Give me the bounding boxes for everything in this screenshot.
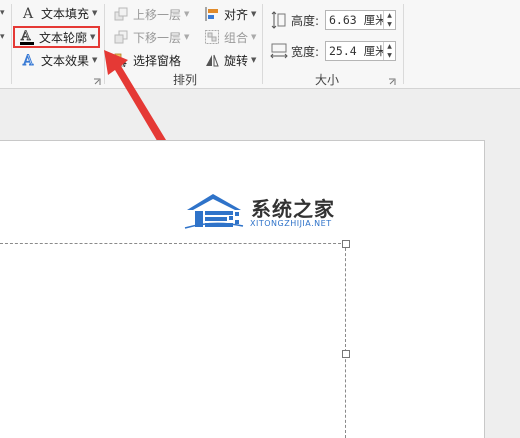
resize-handle-right[interactable] xyxy=(342,350,350,358)
watermark-subtitle: XITONGZHIJIA.NET xyxy=(250,219,332,228)
selected-text-box[interactable] xyxy=(0,243,346,438)
house-logo-icon xyxy=(184,194,244,229)
resize-handle-top-right[interactable] xyxy=(342,240,350,248)
watermark-title: 系统之家 xyxy=(251,197,335,221)
